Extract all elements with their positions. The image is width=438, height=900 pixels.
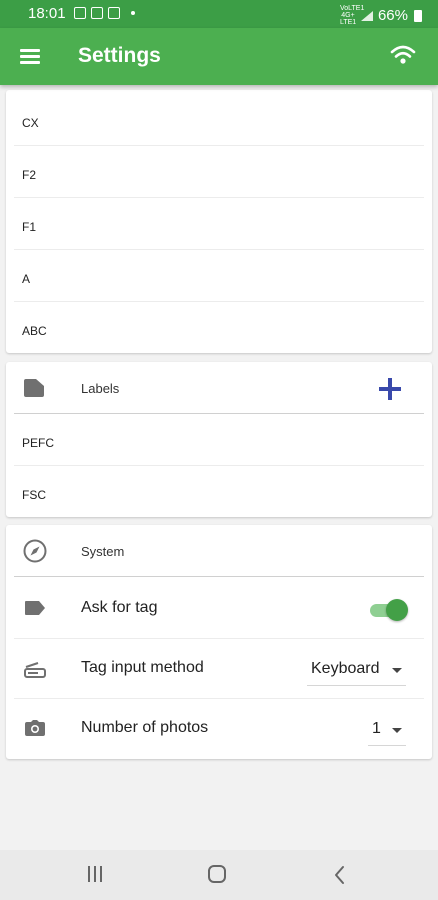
scanner-icon	[24, 662, 46, 678]
ask-for-tag-row: Ask for tag	[14, 579, 424, 639]
battery-percent: 66%	[377, 7, 408, 24]
wifi-icon[interactable]	[390, 44, 416, 66]
tag-input-method-label: Tag input method	[81, 659, 204, 676]
label-item[interactable]: FSC	[14, 466, 424, 518]
toggle-thumb	[386, 599, 408, 621]
list-item[interactable]: F2	[14, 146, 424, 198]
tag-input-method-select[interactable]: Keyboard	[307, 654, 406, 686]
number-of-photos-select[interactable]: 1	[368, 714, 406, 746]
battery-icon	[414, 9, 422, 22]
system-nav-bar	[0, 850, 438, 900]
ask-for-tag-toggle[interactable]	[370, 599, 408, 621]
ask-for-tag-label: Ask for tag	[81, 599, 158, 616]
label-item-text: FSC	[22, 488, 46, 502]
status-bar: 18:01 VoLTE1 4G+ LTE1 66%	[0, 0, 438, 28]
folder-icon	[24, 379, 44, 397]
tag-list-card: CX F2 F1 A ABC	[6, 90, 432, 353]
system-header: System	[14, 525, 424, 577]
list-item[interactable]: ABC	[14, 302, 424, 354]
app-notification-icon	[91, 7, 103, 19]
label-tag-icon	[25, 601, 45, 615]
tag-input-method-row: Tag input method Keyboard	[14, 639, 424, 699]
page-title: Settings	[78, 44, 161, 67]
more-notifications-icon	[131, 11, 135, 15]
gallery-notification-icon	[74, 7, 86, 19]
status-time: 18:01	[28, 5, 66, 22]
add-icon[interactable]	[378, 377, 402, 401]
labels-card: Labels PEFC FSC	[6, 362, 432, 517]
number-of-photos-label: Number of photos	[81, 719, 209, 736]
image-notification-icon	[108, 7, 120, 19]
list-item-label: ABC	[22, 324, 47, 338]
camera-icon	[25, 720, 45, 736]
menu-icon[interactable]	[20, 48, 40, 64]
system-card: System Ask for tag Tag input method Keyb…	[6, 525, 432, 759]
signal-icon	[360, 10, 373, 21]
notification-icons	[74, 7, 135, 19]
list-item[interactable]: CX	[14, 94, 424, 146]
compass-icon	[23, 539, 47, 563]
list-item-label: CX	[22, 116, 39, 130]
back-icon[interactable]	[333, 865, 347, 885]
network-indicator: VoLTE1 4G+ LTE1	[339, 5, 365, 26]
list-item[interactable]: A	[14, 250, 424, 302]
list-item-label: F2	[22, 168, 37, 182]
chevron-down-icon	[392, 728, 402, 733]
list-item[interactable]: F1	[14, 198, 424, 250]
system-title: System	[81, 544, 125, 559]
tag-input-method-value: Keyboard	[311, 660, 380, 677]
number-of-photos-row: Number of photos 1	[14, 699, 424, 759]
app-bar: Settings	[0, 28, 438, 85]
number-of-photos-value: 1	[372, 720, 381, 737]
list-item-label: F1	[22, 220, 37, 234]
chevron-down-icon	[392, 668, 402, 673]
label-item-text: PEFC	[22, 436, 55, 450]
list-item-label: A	[22, 272, 31, 286]
recents-icon[interactable]	[86, 865, 104, 885]
label-item[interactable]: PEFC	[14, 414, 424, 466]
home-icon[interactable]	[208, 865, 226, 883]
labels-title: Labels	[81, 381, 120, 396]
labels-header: Labels	[14, 362, 424, 414]
